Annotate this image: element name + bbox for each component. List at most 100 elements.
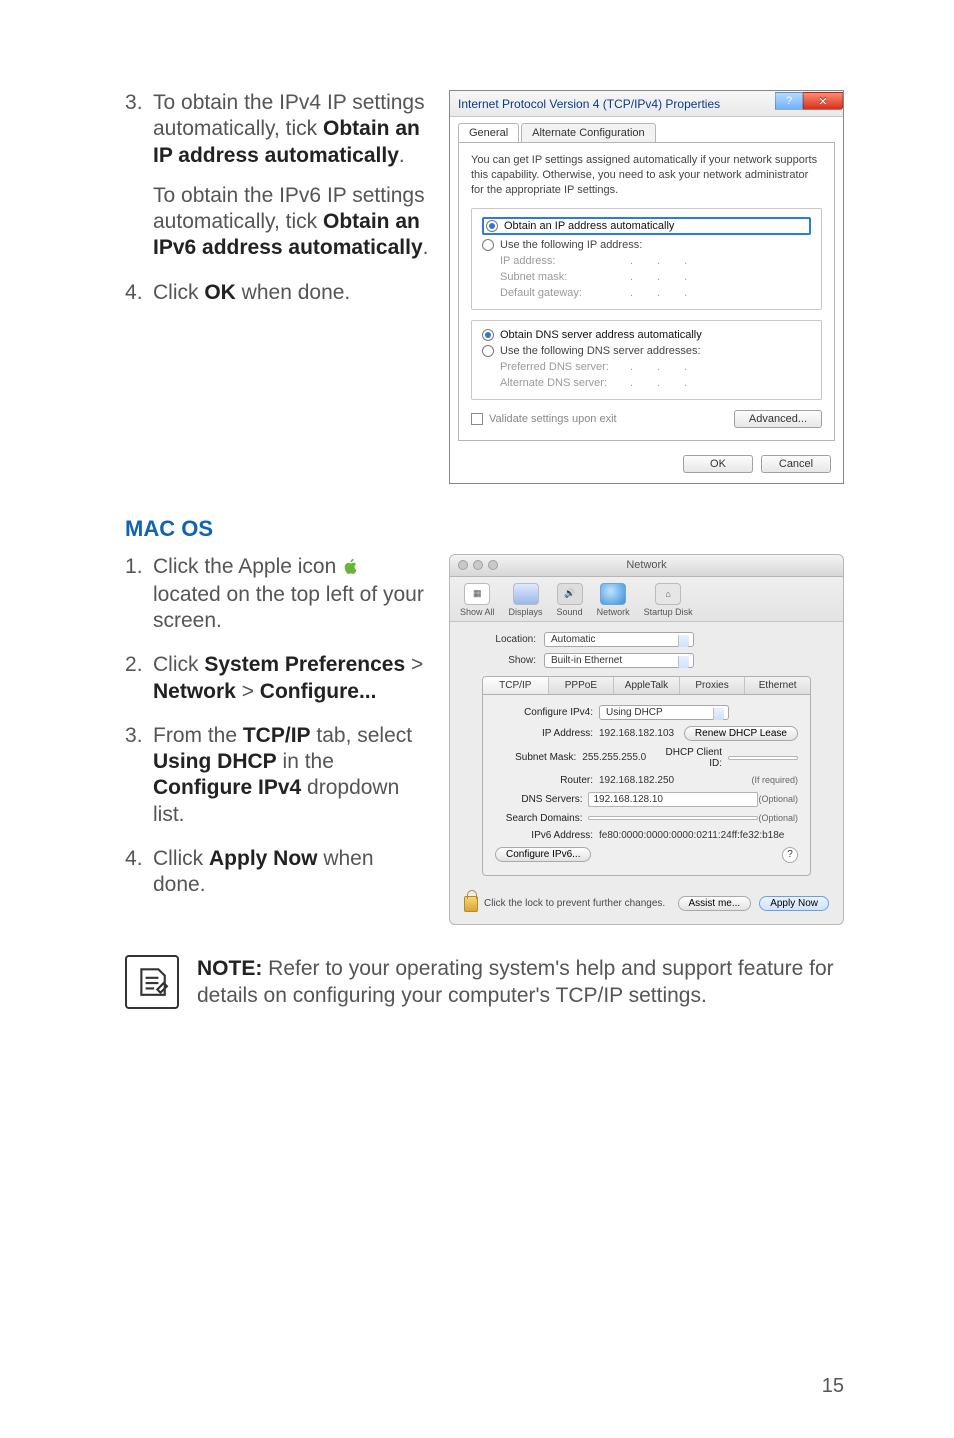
step-3-text-c: . xyxy=(399,144,405,167)
note-body: Refer to your operating system's help an… xyxy=(197,957,834,1007)
advanced-button[interactable]: Advanced... xyxy=(734,410,822,428)
mac-window-title: Network xyxy=(626,559,666,571)
tab-general[interactable]: General xyxy=(458,123,519,142)
mac-step-4b: Apply Now xyxy=(209,847,318,870)
tab-alternate-configuration[interactable]: Alternate Configuration xyxy=(521,123,656,142)
checkbox-icon xyxy=(471,413,483,425)
apple-icon xyxy=(342,556,360,582)
step-3-subpara: To obtain the IPv6 IP settings automatic… xyxy=(153,183,431,262)
search-domains-row: Search Domains: (Optional) xyxy=(495,813,798,824)
search-optional-hint: (Optional) xyxy=(758,813,798,823)
field-subnet-mask: Subnet mask: ... xyxy=(500,271,811,283)
mac-toolbar: ▦Show All Displays 🔊Sound Network ⌂Start… xyxy=(450,577,843,622)
mac-step-2d: Network xyxy=(153,680,236,703)
apply-now-button[interactable]: Apply Now xyxy=(759,896,829,911)
radio-use-following-dns[interactable]: Use the following DNS server addresses: xyxy=(482,345,811,357)
network-icon xyxy=(600,583,626,605)
radio-use-following-ip[interactable]: Use the following IP address: xyxy=(482,239,811,251)
windows-steps-list: To obtain the IPv4 IP settings automatic… xyxy=(125,90,431,306)
ipv4-properties-dialog: Internet Protocol Version 4 (TCP/IPv4) P… xyxy=(449,90,844,484)
mac-footer: Click the lock to prevent further change… xyxy=(450,888,843,924)
label-preferred-dns: Preferred DNS server: xyxy=(500,361,630,373)
toolbar-displays[interactable]: Displays xyxy=(509,583,543,617)
mac-tabs: TCP/IP PPPoE AppleTalk Proxies Ethernet xyxy=(482,676,811,695)
ip-address-group: Obtain an IP address automatically Use t… xyxy=(471,208,822,310)
mac-step-3a: From the xyxy=(153,724,243,747)
toolbar-show-all[interactable]: ▦Show All xyxy=(460,583,495,617)
dhcp-client-id-label: DHCP Client ID: xyxy=(662,747,722,769)
toolbar-startup-disk[interactable]: ⌂Startup Disk xyxy=(644,583,693,617)
ipv6-address-row: IPv6 Address: fe80:0000:0000:0000:0211:2… xyxy=(495,830,798,841)
dns-servers-input[interactable]: 192.168.128.10 xyxy=(588,792,758,807)
search-domains-input[interactable] xyxy=(588,816,758,820)
mac-step-1b: located on the top left of your screen. xyxy=(153,583,424,632)
configure-ipv4-select[interactable]: Using DHCP▴▾ xyxy=(599,705,729,720)
help-button[interactable]: ? xyxy=(775,92,803,110)
dialog-tabs: General Alternate Configuration xyxy=(458,123,835,142)
lock-icon xyxy=(464,896,478,912)
dns-group: Obtain DNS server address automatically … xyxy=(471,320,822,400)
subnet-mask-value: 255.255.255.0 xyxy=(582,752,646,763)
cancel-button[interactable]: Cancel xyxy=(761,455,831,473)
dialog-titlebar: Internet Protocol Version 4 (TCP/IPv4) P… xyxy=(450,91,843,117)
mac-step-3b: TCP/IP xyxy=(243,724,311,747)
lock-row[interactable]: Click the lock to prevent further change… xyxy=(464,896,665,912)
checkbox-validate-settings[interactable]: Validate settings upon exit xyxy=(471,413,617,425)
step-3b-text-c: . xyxy=(423,236,429,259)
traffic-lights[interactable] xyxy=(458,560,498,570)
close-button[interactable]: ✕ xyxy=(803,92,843,110)
dialog-ok-cancel-row: OK Cancel xyxy=(450,449,843,483)
tab-proxies[interactable]: Proxies xyxy=(680,677,746,694)
ipv6-address-value: fe80:0000:0000:0000:0211:24ff:fe32:b18e xyxy=(599,830,784,841)
toolbar-network[interactable]: Network xyxy=(597,583,630,617)
radio-icon xyxy=(482,239,494,251)
mac-step-3d: Using DHCP xyxy=(153,750,277,773)
label-subnet-mask: Subnet mask: xyxy=(500,271,630,283)
help-icon[interactable]: ? xyxy=(782,847,798,863)
displays-icon xyxy=(513,583,539,605)
step-3: To obtain the IPv4 IP settings automatic… xyxy=(125,90,431,262)
radio-obtain-dns-auto-label: Obtain DNS server address automatically xyxy=(500,329,702,341)
show-select[interactable]: Built-in Ethernet▴▾ xyxy=(544,653,694,668)
configure-ipv6-button[interactable]: Configure IPv6... xyxy=(495,847,591,862)
mac-step-4: Cllick Apply Now when done. xyxy=(125,846,431,899)
sound-icon: 🔊 xyxy=(557,583,583,605)
configure-ipv4-label: Configure IPv4: xyxy=(495,707,593,718)
mac-step-2f: Configure... xyxy=(260,680,377,703)
tab-tcpip[interactable]: TCP/IP xyxy=(483,677,549,694)
note-label: NOTE: xyxy=(197,957,262,980)
mac-section: Click the Apple icon located on the top … xyxy=(125,554,844,925)
ip-address-value: 192.168.182.103 xyxy=(599,728,674,739)
radio-obtain-dns-auto[interactable]: Obtain DNS server address automatically xyxy=(482,329,811,341)
subnet-mask-label: Subnet Mask: xyxy=(495,752,576,763)
dns-servers-label: DNS Servers: xyxy=(495,794,582,805)
location-select[interactable]: Automatic▴▾ xyxy=(544,632,694,647)
mac-step-3f: Configure IPv4 xyxy=(153,776,301,799)
tab-ethernet[interactable]: Ethernet xyxy=(745,677,810,694)
mac-step-2c: > xyxy=(405,653,423,676)
field-default-gateway: Default gateway: ... xyxy=(500,287,811,299)
mac-step-3: From the TCP/IP tab, select Using DHCP i… xyxy=(125,723,431,828)
mac-step-1: Click the Apple icon located on the top … xyxy=(125,554,431,635)
mac-step-4a: Cllick xyxy=(153,847,209,870)
mac-steps-text: Click the Apple icon located on the top … xyxy=(125,554,431,925)
label-ip-address: IP address: xyxy=(500,255,630,267)
location-label: Location: xyxy=(464,634,536,645)
dhcp-client-id-input[interactable] xyxy=(728,756,798,760)
radio-use-following-ip-label: Use the following IP address: xyxy=(500,239,642,251)
radio-obtain-ip-auto[interactable]: Obtain an IP address automatically xyxy=(482,217,811,235)
label-default-gateway: Default gateway: xyxy=(500,287,630,299)
tab-general-body: You can get IP settings assigned automat… xyxy=(458,142,835,441)
toolbar-sound[interactable]: 🔊Sound xyxy=(557,583,583,617)
renew-dhcp-lease-button[interactable]: Renew DHCP Lease xyxy=(684,726,798,741)
ok-button[interactable]: OK xyxy=(683,455,753,473)
note-box: NOTE: Refer to your operating system's h… xyxy=(125,955,844,1010)
step-4-bold: OK xyxy=(204,281,236,304)
tab-appletalk[interactable]: AppleTalk xyxy=(614,677,680,694)
note-text: NOTE: Refer to your operating system's h… xyxy=(197,955,844,1010)
tab-pppoe[interactable]: PPPoE xyxy=(549,677,615,694)
assist-me-button[interactable]: Assist me... xyxy=(678,896,752,911)
show-field: Show: Built-in Ethernet▴▾ xyxy=(464,653,829,668)
mac-os-heading: MAC OS xyxy=(125,516,844,542)
page-number: 15 xyxy=(822,1375,844,1398)
